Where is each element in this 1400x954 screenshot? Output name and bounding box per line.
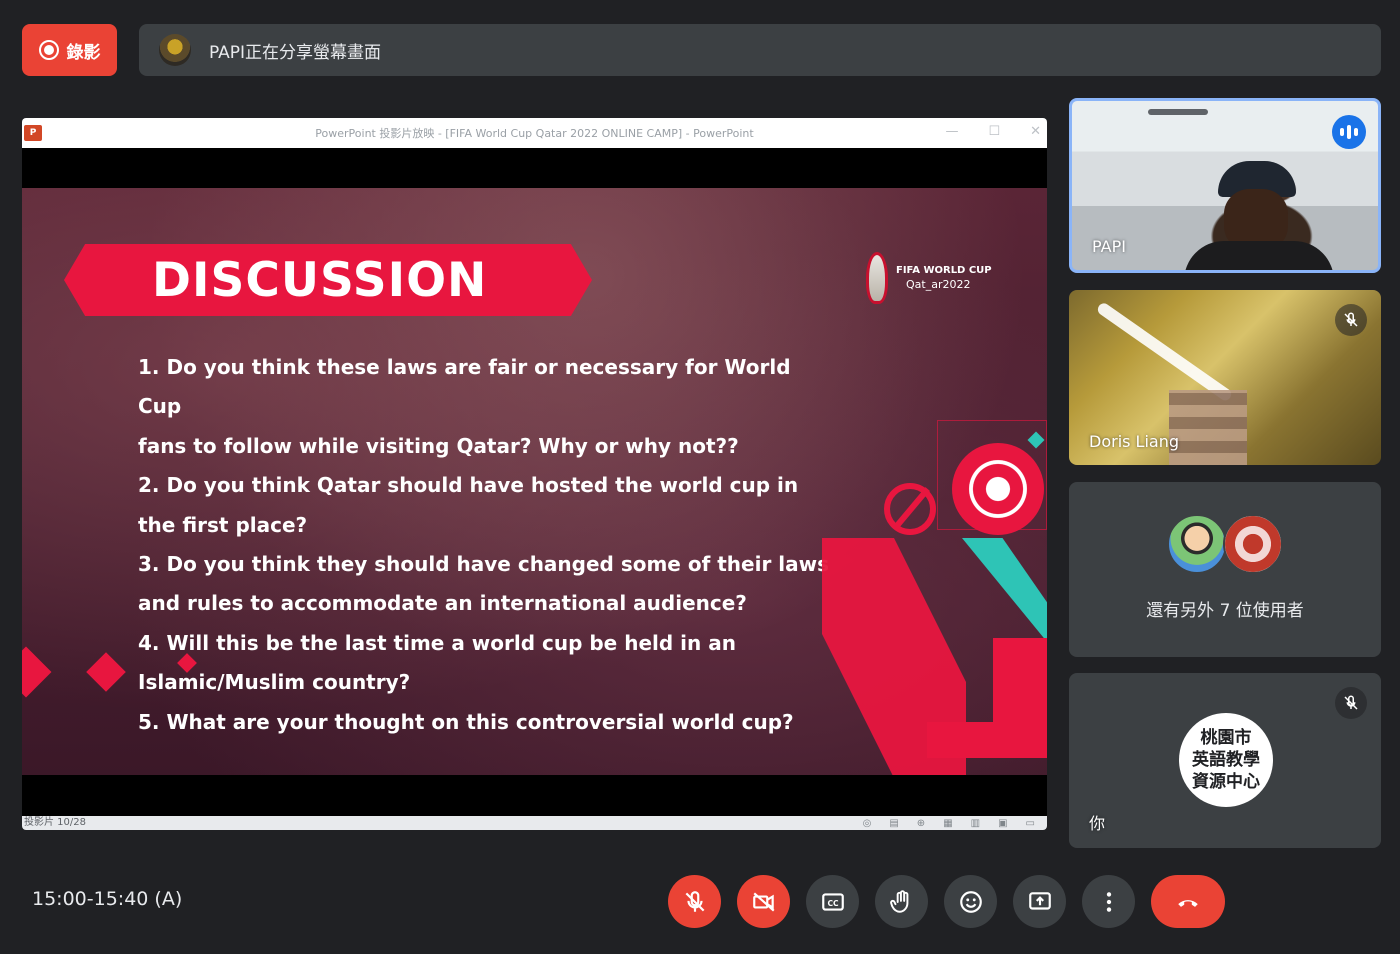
ceiling-light [1095,301,1234,403]
slide-counter: 投影片 10/28 [24,817,86,828]
raise-hand-button[interactable] [875,875,928,928]
share-status-text: PAPI正在分享螢幕畫面 [209,42,382,63]
speaking-indicator-icon [1332,115,1366,149]
logo-line1: FIFA WORLD CUP [896,265,992,276]
hang-up-icon [1178,899,1198,907]
zoom-icon[interactable]: ⊕ [917,817,925,830]
mic-muted-icon [1335,687,1367,719]
ppt-window-title: PowerPoint 投影片放映 - [FIFA World Cup Qatar… [315,127,754,140]
question-line: 1. Do you think these laws are fair or n… [138,355,791,419]
mic-muted-icon [1335,304,1367,336]
ppt-statusbar: 投影片 10/28 ◎ ▤ ⊕ ▦ ▥ ▣ ▭ [22,816,1047,830]
normal-view-icon[interactable]: ▤ [889,817,898,830]
more-options-button[interactable] [1082,875,1135,928]
camera-toggle-button[interactable] [737,875,790,928]
body [1184,241,1334,270]
record-label: 錄影 [66,42,101,63]
participant-name: Doris Liang [1089,432,1180,451]
question-line: 5. What are your thought on this controv… [138,709,794,734]
avatar-text: 英語教學 [1192,750,1260,770]
present-screen-icon [1028,891,1051,910]
avatar [1167,514,1227,574]
slide: DISCUSSION FIFA WORLD CUP Qat_ar2022 1. … [22,188,1047,775]
record-icon [38,40,59,60]
blurred-face [1169,390,1247,465]
avatar-text: 桃園市 [1200,728,1252,748]
call-controls: CC [668,875,1225,928]
participant-name: 你 [1089,814,1106,833]
question-line: Islamic/Muslim country? [138,670,411,695]
avatar: 桃園市 英語教學 資源中心 [1179,713,1273,807]
hand-icon [889,889,908,913]
trophy-icon [866,252,888,304]
participant-tile-papi[interactable]: PAPI [1069,98,1381,273]
emoji-button[interactable] [944,875,997,928]
decorative-diamond [22,646,52,698]
other-participants-tile[interactable]: 還有另外 7 位使用者 [1069,482,1381,657]
decorative-shape [962,538,1047,648]
mic-off-icon [685,890,704,912]
camera-off-icon [752,892,774,911]
question-line: 2. Do you think Qatar should have hosted… [138,473,799,498]
screen-share-banner: PAPI正在分享螢幕畫面 [139,24,1381,76]
discussion-questions: 1. Do you think these laws are fair or n… [138,348,838,742]
more-vert-icon [1106,891,1111,912]
close-icon[interactable]: ✕ [1030,124,1041,139]
fit-icon[interactable]: ▭ [1026,817,1035,830]
participant-name: PAPI [1092,237,1126,256]
logo-line2: Qat_ar2022 [906,278,971,291]
other-participants-count: 還有另外 7 位使用者 [1146,601,1304,621]
captions-button[interactable]: CC [806,875,859,928]
decorative-diamond [86,652,126,692]
emoji-icon [959,890,982,913]
avatar-text: 資源中心 [1192,772,1260,792]
slide-sorter-icon[interactable]: ▦ [943,817,952,830]
ppt-titlebar: P PowerPoint 投影片放映 - [FIFA World Cup Qat… [22,118,1047,148]
present-screen-button[interactable] [1013,875,1066,928]
reading-view-icon[interactable]: ▥ [971,817,980,830]
participant-tile-doris[interactable]: Doris Liang [1069,290,1381,465]
shared-screen: P PowerPoint 投影片放映 - [FIFA World Cup Qat… [22,118,1047,830]
question-line: fans to follow while visiting Qatar? Why… [138,433,739,458]
slide-heading: DISCUSSION [152,252,488,308]
no-sign-icon [884,483,936,535]
ceiling-fan [1148,109,1208,115]
football-icon [952,443,1044,535]
participant-tile-you[interactable]: 桃園市 英語教學 資源中心 你 [1069,673,1381,848]
notes-icon[interactable]: ◎ [863,817,872,830]
question-line: 3. Do you think they should have changed… [138,552,830,577]
leave-call-button[interactable] [1151,875,1225,928]
question-line: and rules to accommodate an internationa… [138,591,747,616]
question-line: 4. Will this be the last time a world cu… [138,630,736,655]
minimize-icon[interactable]: — [945,124,958,139]
question-line: the first place? [138,512,308,537]
mic-toggle-button[interactable] [668,875,721,928]
slideshow-icon[interactable]: ▣ [998,817,1007,830]
avatar [1223,514,1283,574]
captions-icon: CC [821,892,844,911]
fifa-logo: FIFA WORLD CUP Qat_ar2022 [866,252,992,304]
presenter-avatar [159,34,191,66]
meeting-time: 15:00-15:40 (A) [32,888,183,910]
maximize-icon[interactable]: ☐ [988,124,1000,139]
svg-text:CC: CC [827,898,839,907]
record-button[interactable]: 錄影 [22,24,117,76]
